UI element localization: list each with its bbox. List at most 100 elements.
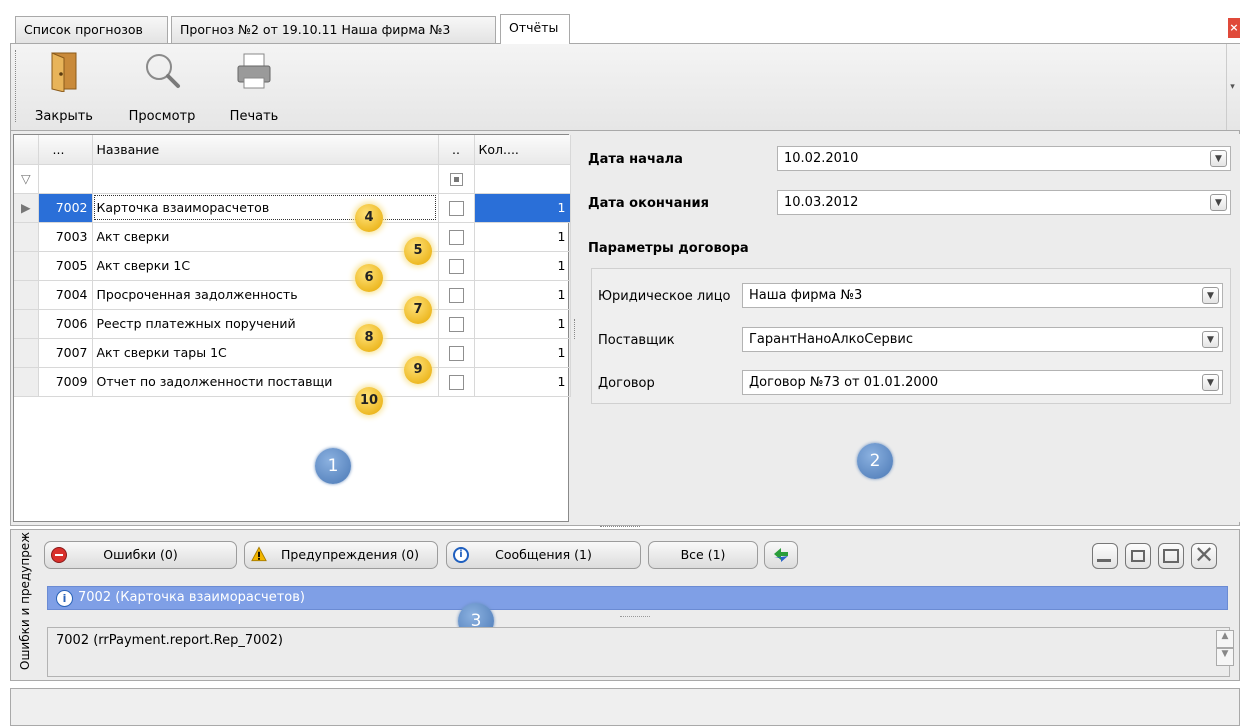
filter-cell-check[interactable] [438,164,475,194]
chevron-down-icon[interactable]: ▼ [1210,150,1227,167]
toolbar-grip[interactable] [15,50,18,122]
filter-cell-code[interactable] [38,164,93,194]
close-tab-icon[interactable]: × [1228,18,1240,38]
filter-cell-qty[interactable] [474,164,571,194]
row-checkbox[interactable] [448,200,464,216]
info-icon: i [453,547,469,563]
warnings-filter-button[interactable]: Предупреждения (0) [244,541,438,569]
callout-marker: 9 [404,356,432,384]
warnings-filter-label: Предупреждения (0) [281,547,419,562]
row-checkbox[interactable] [448,374,464,390]
legal-entity-value: Наша фирма №3 [749,288,863,303]
filter-icon[interactable]: ▽ [14,164,39,194]
contract-field[interactable]: Договор №73 от 01.01.2000 ▼ [742,370,1223,395]
cell-check[interactable] [438,251,475,281]
row-indicator-icon: ▶ [14,193,39,223]
cell-code: 7004 [38,280,93,310]
messages-vertical-title: Ошибки и предупреж [18,532,32,670]
restore-icon[interactable] [1125,543,1151,569]
preview-button[interactable]: Просмотр [117,48,207,124]
table-row[interactable]: 7005 Акт сверки 1С 1 [14,251,571,281]
errors-filter-label: Ошибки (0) [103,547,178,562]
table-row[interactable]: 7003 Акт сверки 1 [14,222,571,252]
table-row[interactable]: ▶ 7002 Карточка взаиморасчетов 1 [14,193,571,223]
tab-reports[interactable]: Отчёты [500,14,570,44]
row-checkbox[interactable] [448,229,464,245]
error-icon [51,547,67,563]
callout-marker: 4 [355,204,383,232]
tab-forecast-2[interactable]: Прогноз №2 от 19.10.11 Наша фирма №3 [171,16,496,43]
start-date-label: Дата начала [588,152,683,167]
filter-cell-name[interactable] [92,164,439,194]
row-checkbox[interactable] [448,258,464,274]
tab-forecast-list[interactable]: Список прогнозов [15,16,168,43]
chevron-down-icon[interactable]: ▼ [1210,194,1227,211]
all-filter-button[interactable]: Все (1) [648,541,758,569]
cell-qty: 1 [474,367,571,397]
callout-marker: 7 [404,296,432,324]
cell-qty: 1 [474,222,571,252]
cell-name: Карточка взаиморасчетов [92,193,439,223]
cell-qty: 1 [474,193,571,223]
cell-name: Акт сверки тары 1С [92,338,439,368]
row-indicator-header [14,135,39,165]
print-button[interactable]: Печать [219,48,289,124]
status-bar [10,688,1240,726]
scroll-up-icon[interactable]: ▲ [1216,630,1234,648]
table-row[interactable]: 7004 Просроченная задолженность 1 [14,280,571,310]
row-checkbox[interactable] [448,287,464,303]
errors-filter-button[interactable]: Ошибки (0) [44,541,237,569]
cell-check[interactable] [438,367,475,397]
column-header-name[interactable]: Название [92,135,439,165]
cell-name: Реестр платежных поручений [92,309,439,339]
scroll-down-icon[interactable]: ▼ [1216,648,1234,666]
legal-entity-field[interactable]: Наша фирма №3 ▼ [742,283,1223,308]
cell-name: Отчет по задолженности поставщи [92,367,439,397]
minimize-icon[interactable] [1092,543,1118,569]
callout-marker: 6 [355,264,383,292]
tab-label: Прогноз №2 от 19.10.11 Наша фирма №3 [180,22,451,37]
chevron-down-icon[interactable]: ▼ [1202,374,1219,391]
cell-name: Акт сверки [92,222,439,252]
table-row[interactable]: 7007 Акт сверки тары 1С 1 [14,338,571,368]
cell-check[interactable] [438,222,475,252]
row-checkbox[interactable] [448,316,464,332]
messages-splitter[interactable] [620,616,650,618]
refresh-button[interactable] [764,541,798,569]
cell-check[interactable] [438,193,475,223]
filter-checkbox[interactable] [449,173,463,186]
cell-check[interactable] [438,280,475,310]
filter-row: ▽ [14,164,571,194]
end-date-field[interactable]: 10.03.2012 ▼ [777,190,1231,215]
table-row[interactable]: 7006 Реестр платежных поручений 1 [14,309,571,339]
table-row[interactable]: 7009 Отчет по задолженности поставщи 1 [14,367,571,397]
maximize-icon[interactable] [1158,543,1184,569]
chevron-down-icon[interactable]: ▼ [1202,331,1219,348]
tab-label: Список прогнозов [24,22,143,37]
callout-marker: 2 [857,443,893,479]
preview-label: Просмотр [128,109,196,124]
supplier-field[interactable]: ГарантНаноАлкоСервис ▼ [742,327,1223,352]
detail-scrollbar[interactable]: ▲ ▼ [1216,630,1234,666]
message-item[interactable]: i 7002 (Карточка взаиморасчетов) [47,586,1228,610]
column-header-check[interactable]: .. [438,135,475,165]
start-date-field[interactable]: 10.02.2010 ▼ [777,146,1231,171]
close-button[interactable]: Закрыть [29,48,99,124]
cell-code: 7007 [38,338,93,368]
cell-check[interactable] [438,309,475,339]
column-header-qty[interactable]: Кол.... [474,135,571,165]
refresh-icon [774,548,788,562]
cell-qty: 1 [474,280,571,310]
chevron-down-icon[interactable]: ▼ [1202,287,1219,304]
cell-check[interactable] [438,338,475,368]
toolbar-overflow-icon[interactable]: ▾ [1226,44,1238,130]
column-header-code[interactable]: ... [38,135,93,165]
cell-code: 7009 [38,367,93,397]
close-icon[interactable]: ✕ [1191,543,1217,569]
row-checkbox[interactable] [448,345,464,361]
info-filter-button[interactable]: i Сообщения (1) [446,541,641,569]
cell-qty: 1 [474,338,571,368]
door-icon [51,52,77,93]
contract-label: Договор [598,376,655,391]
magnifier-icon [146,54,180,88]
